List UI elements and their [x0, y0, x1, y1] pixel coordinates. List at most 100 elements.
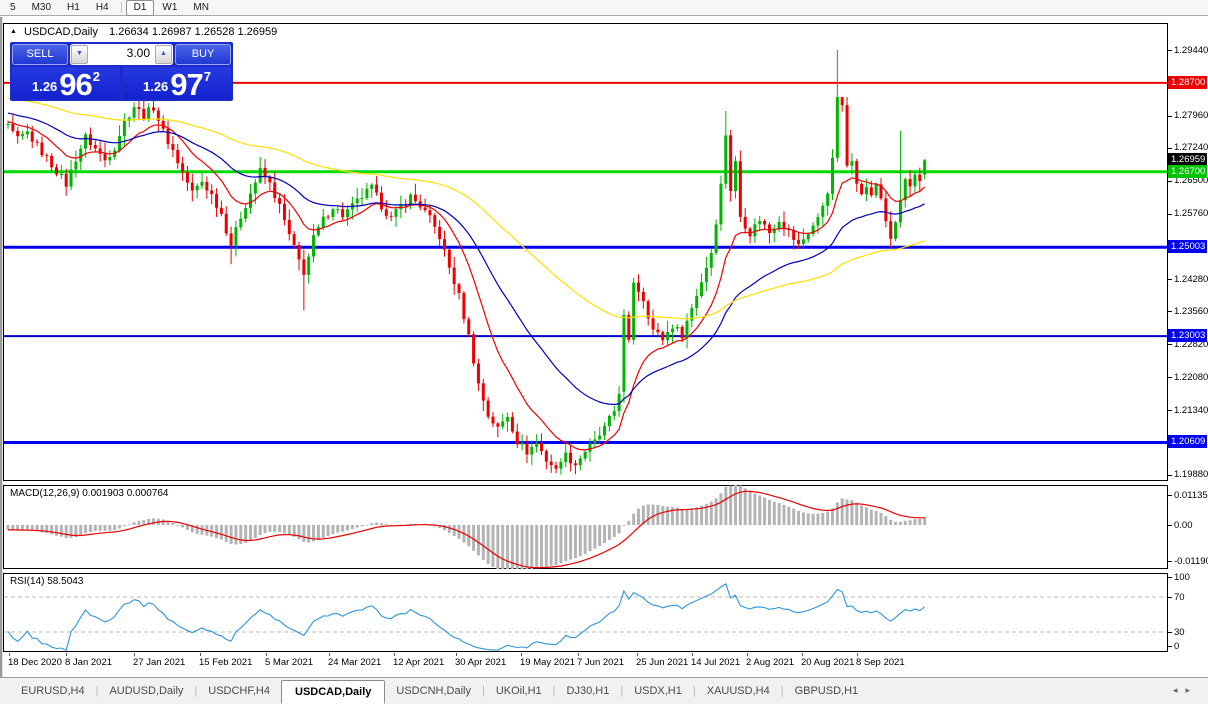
chart-tab-DJ30-H1[interactable]: DJ30,H1: [556, 680, 621, 702]
macd-histogram-bar: [632, 513, 636, 525]
candle-body: [777, 221, 781, 229]
macd-histogram-bar: [297, 525, 301, 540]
chart-tab-USDCAD-Daily[interactable]: USDCAD,Daily: [281, 679, 386, 704]
candle-body: [525, 443, 529, 455]
buy-button[interactable]: BUY: [175, 44, 231, 65]
macd-histogram-bar: [588, 525, 592, 552]
candle-body: [278, 198, 282, 204]
macd-histogram-bar: [719, 493, 723, 525]
candle-body: [845, 105, 849, 166]
candle-body: [472, 334, 476, 364]
candle-body: [307, 256, 311, 275]
date-label: 7 Jun 2021: [577, 657, 625, 668]
candle-body: [11, 123, 15, 131]
timeframe-button-H1[interactable]: H1: [59, 0, 88, 16]
candle-body: [496, 423, 500, 427]
candle-body: [850, 161, 854, 166]
macd-histogram-bar: [559, 525, 563, 564]
chart-tab-UKOil-H1[interactable]: UKOil,H1: [485, 680, 553, 702]
timeframe-button-H4[interactable]: H4: [88, 0, 117, 16]
macd-histogram-bar: [103, 525, 107, 531]
price-badge-1.28700: 1.28700: [1168, 75, 1208, 89]
volume-value[interactable]: 3.00: [88, 45, 155, 64]
macd-indicator-pane[interactable]: [3, 485, 1168, 569]
macd-histogram-bar: [11, 525, 15, 530]
macd-histogram-bar: [540, 525, 543, 568]
volume-increase-icon[interactable]: ▲: [155, 45, 172, 64]
macd-histogram-bar: [903, 520, 907, 525]
timeframe-button-W1[interactable]: W1: [154, 0, 185, 16]
tab-scroll-left-icon[interactable]: ◂: [1173, 685, 1186, 695]
candle-body: [74, 161, 78, 170]
candle-body: [573, 463, 577, 466]
macd-histogram-bar: [709, 501, 713, 525]
timeframe-toolbar: 5 M30 H1 H4 D1 W1 MN: [0, 0, 1208, 16]
candle-body: [59, 173, 63, 175]
chart-tab-USDCHF-H4[interactable]: USDCHF,H4: [197, 680, 281, 702]
candle-body: [544, 451, 548, 462]
candle-body: [462, 292, 466, 320]
candle-body: [137, 107, 141, 109]
candle-body: [215, 194, 219, 208]
macd-histogram-bar: [535, 525, 539, 569]
macd-histogram-bar: [316, 525, 320, 540]
mt4-terminal: 5 M30 H1 H4 D1 W1 MN ▲ USDCAD,Daily 1.26634 1.…: [0, 0, 1208, 704]
tab-scroll-right-icon[interactable]: ▸: [1185, 685, 1198, 695]
chart-tab-XAUUSD-H4[interactable]: XAUUSD,H4: [696, 680, 781, 702]
candle-body: [588, 443, 592, 452]
macd-histogram-bar: [6, 525, 10, 530]
price-axis-label: 1.29440: [1174, 44, 1208, 56]
macd-histogram-bar: [622, 525, 626, 526]
rsi-indicator-pane[interactable]: [3, 573, 1168, 652]
macd-histogram-bar: [98, 525, 102, 531]
timeframe-button-D1[interactable]: D1: [125, 0, 155, 16]
sell-price-panel[interactable]: 1.26 96 2: [12, 67, 120, 100]
macd-histogram-bar: [898, 521, 902, 525]
candle-body: [35, 141, 39, 143]
candle-body: [506, 417, 510, 422]
candle-body: [734, 161, 737, 192]
macd-histogram-bar: [108, 525, 112, 531]
macd-histogram-bar: [840, 498, 844, 525]
candle-body: [913, 174, 917, 187]
macd-histogram-bar: [879, 512, 883, 525]
candle-body: [433, 215, 437, 227]
macd-histogram-bar: [612, 525, 616, 538]
timeframe-button-5[interactable]: 5: [2, 0, 24, 16]
macd-histogram-bar: [491, 525, 495, 567]
sell-button[interactable]: SELL: [12, 44, 68, 65]
macd-histogram-bar: [573, 525, 577, 559]
candle-body: [142, 108, 146, 120]
candle-body: [384, 209, 388, 216]
chart-expand-icon[interactable]: ▲: [10, 28, 17, 35]
candle-body: [336, 209, 340, 211]
candle-body: [321, 216, 325, 228]
candle-body: [530, 447, 534, 455]
macd-histogram-bar: [515, 525, 519, 569]
macd-histogram-bar: [273, 525, 277, 532]
candle-body: [326, 216, 330, 218]
chart-tab-AUDUSD-Daily[interactable]: AUDUSD,Daily: [98, 680, 194, 702]
candle-body: [685, 320, 689, 339]
candle-body: [797, 239, 801, 244]
timeframe-button-MN[interactable]: MN: [185, 0, 217, 16]
date-tick: [747, 653, 748, 656]
chart-tab-USDCNH-Daily[interactable]: USDCNH,Daily: [385, 680, 482, 702]
macd-histogram-bar: [801, 512, 805, 525]
buy-price-panel[interactable]: 1.26 97 7: [123, 67, 231, 100]
macd-histogram-bar: [185, 525, 189, 530]
candle-body: [476, 363, 480, 384]
macd-histogram-bar: [50, 525, 54, 535]
volume-decrease-icon[interactable]: ▼: [71, 45, 88, 64]
date-tick: [134, 653, 135, 656]
price-badge-1.20609: 1.20609: [1168, 435, 1208, 449]
chart-tab-EURUSD-H4[interactable]: EURUSD,H4: [10, 680, 96, 702]
timeframe-button-M30[interactable]: M30: [24, 0, 59, 16]
chart-tab-USDX-H1[interactable]: USDX,H1: [623, 680, 693, 702]
date-label: 5 Mar 2021: [265, 657, 314, 668]
price-axis[interactable]: 1.29440 1.27960 1.27240 1.26500 1.25760 1.242…: [1168, 17, 1208, 677]
date-tick: [692, 653, 693, 656]
price-tick: [1168, 377, 1172, 379]
date-axis[interactable]: 18 Dec 2020 8 Jan 2021 27 Jan 2021 15 Feb 2…: [3, 653, 1168, 676]
chart-tab-GBPUSD-H1[interactable]: GBPUSD,H1: [784, 680, 870, 702]
